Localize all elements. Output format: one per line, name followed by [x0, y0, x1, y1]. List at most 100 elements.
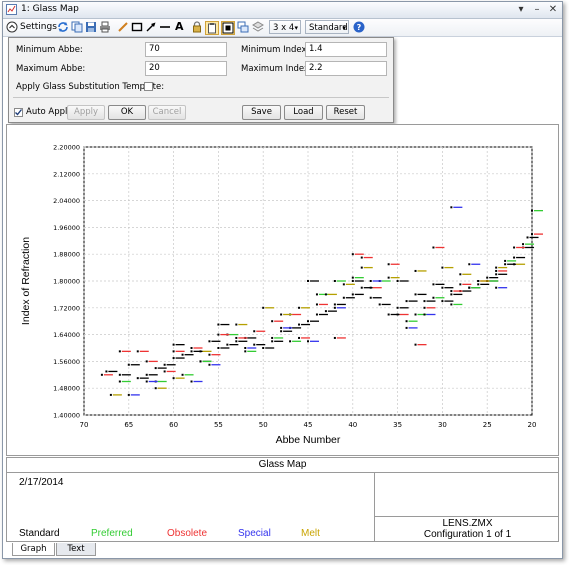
- data-point: [387, 263, 390, 266]
- tab-text[interactable]: Text: [56, 543, 96, 556]
- data-point: [342, 296, 345, 299]
- layout-dropdown[interactable]: 3 x 4 ▾: [269, 20, 301, 34]
- data-point: [244, 350, 247, 353]
- min-index-input[interactable]: [305, 42, 387, 57]
- cancel-button[interactable]: Cancel: [148, 105, 186, 120]
- data-point: [163, 363, 166, 366]
- data-point: [450, 206, 453, 209]
- data-point: [199, 350, 202, 353]
- data-point: [262, 306, 265, 309]
- data-point: [145, 360, 148, 363]
- window-title: 1: Glass Map: [21, 4, 79, 14]
- data-point: [100, 373, 103, 376]
- data-point: [495, 273, 498, 276]
- data-point: [181, 353, 184, 356]
- windows-icon[interactable]: [237, 21, 249, 33]
- data-point: [333, 306, 336, 309]
- data-point: [298, 323, 301, 326]
- arrow-tool-icon[interactable]: [145, 21, 157, 33]
- title-bar: 1: Glass Map ▾ – ✕: [3, 2, 562, 19]
- max-abbe-input[interactable]: [145, 61, 227, 76]
- data-point: [459, 283, 462, 286]
- chevron-down-icon: ▾: [294, 24, 298, 32]
- y-tick-label: 1.80000: [53, 278, 80, 286]
- data-point: [235, 336, 238, 339]
- close-icon[interactable]: ✕: [546, 3, 560, 16]
- data-point: [118, 380, 121, 383]
- layers-icon[interactable]: [252, 21, 264, 33]
- info-block: Glass Map 2/17/2014 LENS.ZMX Configurati…: [6, 457, 559, 542]
- data-point: [351, 293, 354, 296]
- data-point: [315, 313, 318, 316]
- data-point: [172, 350, 175, 353]
- x-tick-label: 60: [169, 421, 178, 429]
- data-point: [190, 350, 193, 353]
- y-tick-label: 1.96000: [53, 224, 80, 232]
- legend-special: Special: [238, 528, 271, 539]
- data-point: [315, 303, 318, 306]
- line-tool-icon[interactable]: [159, 21, 171, 33]
- data-point: [513, 263, 516, 266]
- save-icon[interactable]: [85, 21, 97, 33]
- auto-apply-checkbox[interactable]: [14, 108, 23, 117]
- data-point: [127, 363, 130, 366]
- rectangle-tool-icon[interactable]: [131, 21, 143, 33]
- data-point: [253, 343, 256, 346]
- data-point: [172, 343, 175, 346]
- collapse-chevron-icon[interactable]: [6, 21, 18, 33]
- min-abbe-input[interactable]: [145, 42, 227, 57]
- settings-panel: Minimum Abbe: Minimum Index: Maximum Abb…: [8, 37, 394, 123]
- max-index-input[interactable]: [305, 61, 387, 76]
- data-point: [289, 340, 292, 343]
- apply-template-checkbox[interactable]: [144, 82, 153, 91]
- data-point: [118, 350, 121, 353]
- y-tick-label: 1.48000: [53, 385, 80, 393]
- tab-graph[interactable]: Graph: [12, 543, 55, 556]
- view-dropdown[interactable]: Standard ▾: [305, 20, 349, 34]
- x-tick-label: 30: [438, 421, 447, 429]
- data-point: [351, 276, 354, 279]
- data-point: [190, 380, 193, 383]
- reset-button[interactable]: Reset: [326, 105, 365, 120]
- y-tick-label: 2.20000: [53, 144, 80, 152]
- data-point: [495, 286, 498, 289]
- help-icon[interactable]: ?: [353, 21, 365, 33]
- text-tool-icon[interactable]: A: [175, 19, 184, 34]
- data-point: [477, 283, 480, 286]
- save-button[interactable]: Save: [242, 105, 281, 120]
- clipboard-icon[interactable]: [205, 21, 219, 35]
- lock-icon[interactable]: [191, 21, 203, 33]
- print-icon[interactable]: [99, 21, 111, 33]
- data-point: [504, 259, 507, 262]
- data-point: [495, 266, 498, 269]
- data-point: [333, 336, 336, 339]
- x-tick-label: 20: [528, 421, 537, 429]
- dropdown-arrow-icon[interactable]: ▾: [514, 3, 528, 16]
- glass-map-chart: 70 65 60 55 50 45 40 35 30 25 20 1.40000 1.48000 1.56…: [20, 144, 543, 446]
- data-point: [405, 326, 408, 329]
- copy-icon[interactable]: [71, 21, 83, 33]
- data-point: [333, 280, 336, 282]
- svg-text:?: ?: [357, 23, 362, 32]
- legend-melt: Melt: [301, 528, 320, 539]
- ok-button[interactable]: OK: [108, 105, 146, 120]
- settings-button[interactable]: Settings: [20, 20, 57, 35]
- data-point: [253, 330, 256, 333]
- pencil-icon[interactable]: [117, 21, 129, 33]
- load-button[interactable]: Load: [284, 105, 323, 120]
- y-tick-label: 1.88000: [53, 251, 80, 259]
- x-tick-label: 25: [483, 421, 492, 429]
- glass-map-window: 1: Glass Map ▾ – ✕ Settings A 3 x 4 ▾ St…: [2, 1, 563, 559]
- x-tick-label: 55: [214, 421, 223, 429]
- y-tick-label: 1.56000: [53, 358, 80, 366]
- data-point: [307, 280, 309, 282]
- minimize-icon[interactable]: –: [530, 3, 544, 16]
- data-point: [208, 363, 211, 366]
- apply-button[interactable]: Apply: [67, 105, 105, 120]
- refresh-icon[interactable]: [57, 21, 69, 33]
- data-point: [324, 310, 327, 313]
- data-point: [513, 256, 516, 259]
- data-point: [459, 273, 462, 276]
- fit-window-icon[interactable]: [221, 21, 235, 35]
- data-point: [495, 269, 498, 272]
